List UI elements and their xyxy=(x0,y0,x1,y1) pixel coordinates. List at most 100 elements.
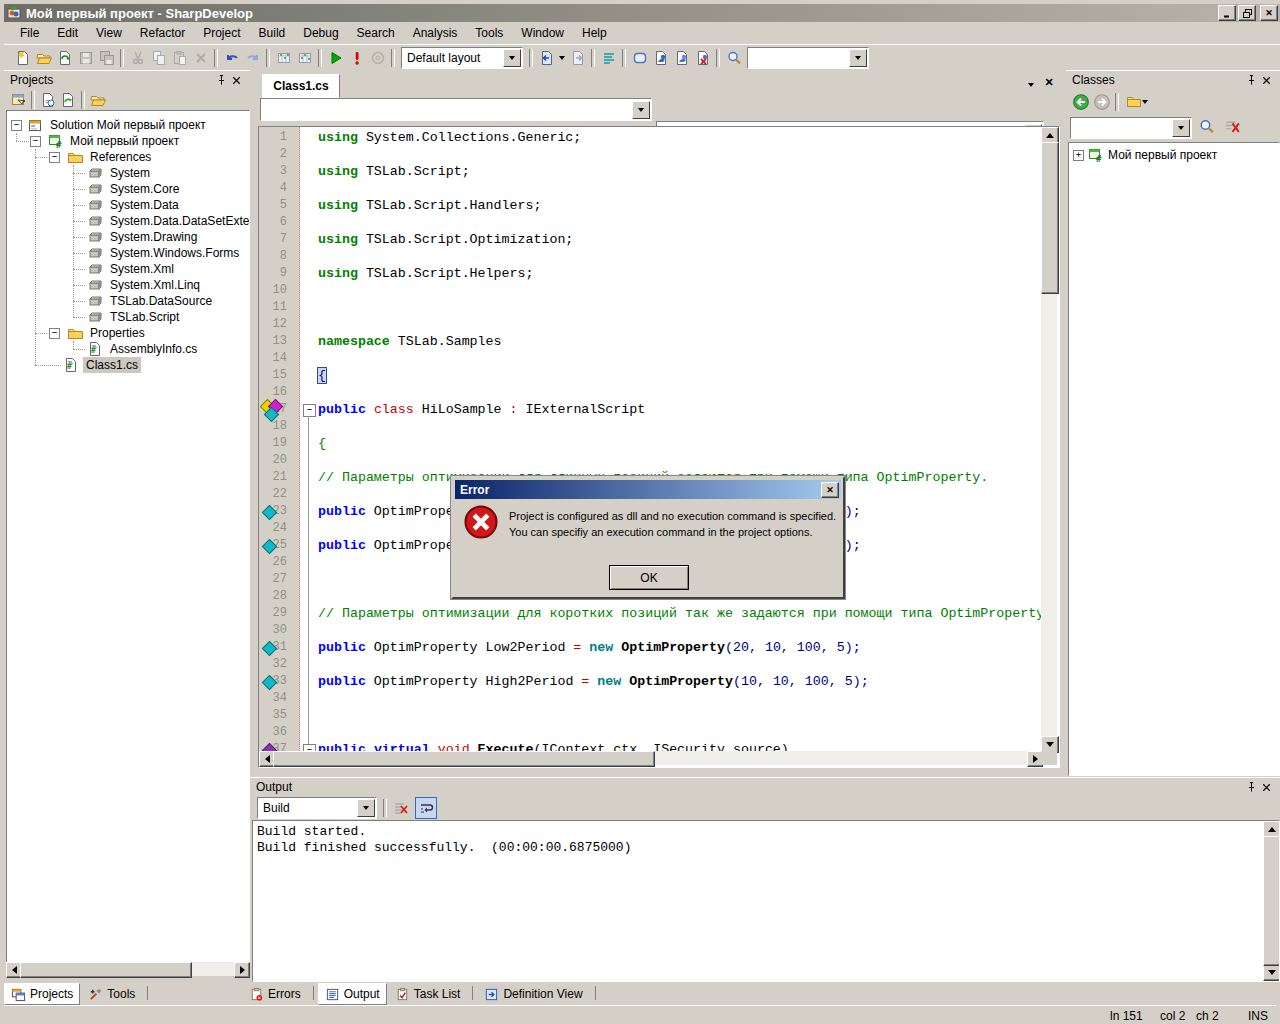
toggle-wordwrap-button[interactable] xyxy=(415,797,437,819)
clear-output-button[interactable] xyxy=(390,798,411,819)
rebuild-button[interactable] xyxy=(294,48,315,69)
search-button[interactable] xyxy=(723,48,744,69)
projects-hscrollbar[interactable] xyxy=(6,962,248,976)
cut-button[interactable] xyxy=(127,48,148,69)
lines-button[interactable] xyxy=(598,48,619,69)
close-panel-button[interactable] xyxy=(1259,780,1274,794)
copy-button[interactable] xyxy=(148,48,169,69)
sync-page-button[interactable] xyxy=(58,90,78,110)
tree-expand-box[interactable]: − xyxy=(49,152,60,163)
clear-filter-icon[interactable] xyxy=(1224,118,1241,138)
delete-button[interactable] xyxy=(190,48,211,69)
tree-item[interactable]: AssemblyInfo.cs xyxy=(107,341,200,357)
menu-file[interactable]: File xyxy=(11,23,48,43)
run-button[interactable] xyxy=(325,48,346,69)
output-category-combo[interactable]: Build xyxy=(257,797,377,819)
menu-window[interactable]: Window xyxy=(512,23,573,43)
tree-item[interactable]: Мой первый проект xyxy=(1105,147,1220,163)
tree-item[interactable]: System.Drawing xyxy=(107,229,200,245)
reload-button[interactable] xyxy=(54,48,75,69)
tabstrip-dropdown-button[interactable] xyxy=(1024,78,1038,92)
tree-item[interactable]: TSLab.Script xyxy=(107,309,182,325)
menu-build[interactable]: Build xyxy=(250,23,295,43)
tree-item[interactable]: Мой первый проект xyxy=(67,133,182,149)
tab-class1[interactable]: Class1.cs xyxy=(262,74,340,98)
doc-delete-button[interactable] xyxy=(692,48,713,69)
tree-item[interactable]: System.Core xyxy=(107,181,182,197)
tree-item[interactable]: System.Data.DataSetExtensio xyxy=(107,213,250,229)
save-all-button[interactable] xyxy=(96,48,117,69)
paste-button[interactable] xyxy=(169,48,190,69)
output-category-dropdown[interactable] xyxy=(357,799,375,817)
open-button[interactable] xyxy=(88,90,108,110)
props-form-button[interactable] xyxy=(8,90,28,110)
tree-item[interactable]: TSLab.DataSource xyxy=(107,293,215,309)
undo-button[interactable] xyxy=(221,48,242,69)
menu-analysis[interactable]: Analysis xyxy=(404,23,467,43)
minimize-button[interactable] xyxy=(1218,5,1236,21)
tree-item[interactable]: Properties xyxy=(87,325,148,341)
tree-item[interactable]: Solution Мой первый проект xyxy=(47,117,209,133)
pause-button[interactable] xyxy=(367,48,388,69)
tree-item[interactable]: System xyxy=(107,165,153,181)
scrollbar-thumb[interactable] xyxy=(1041,142,1059,294)
open-button[interactable] xyxy=(33,48,54,69)
dock-tab-errors[interactable]: Errors xyxy=(242,983,308,1005)
tree-expand-box[interactable]: + xyxy=(1073,150,1084,161)
dock-tab-output[interactable]: Output xyxy=(318,983,387,1005)
menu-tools[interactable]: Tools xyxy=(466,23,512,43)
output-vscrollbar[interactable] xyxy=(1263,821,1279,979)
scroll-right-button[interactable] xyxy=(234,962,250,978)
close-panel-button[interactable] xyxy=(1259,73,1274,87)
dock-tab-task-list[interactable]: Task List xyxy=(388,983,468,1005)
back-button[interactable] xyxy=(1070,92,1091,113)
open-folder-dropdown-button[interactable] xyxy=(1122,92,1152,113)
menu-help[interactable]: Help xyxy=(573,23,616,43)
nav-back-button[interactable] xyxy=(536,48,557,69)
layout-combo[interactable]: Default layout xyxy=(401,47,523,69)
bounds-button[interactable] xyxy=(629,48,650,69)
tree-expand-box[interactable]: − xyxy=(11,120,22,131)
editor-vscrollbar[interactable] xyxy=(1041,127,1057,751)
menu-edit[interactable]: Edit xyxy=(48,23,87,43)
pin-button[interactable] xyxy=(214,73,229,87)
menu-search[interactable]: Search xyxy=(348,23,404,43)
tree-item[interactable]: System.Data xyxy=(107,197,182,213)
close-button[interactable]: ✕ xyxy=(1260,5,1278,21)
toolbar-search-dropdown[interactable] xyxy=(849,49,867,67)
tree-expand-box[interactable]: − xyxy=(49,328,60,339)
forward-button[interactable] xyxy=(1091,92,1112,113)
toolbar-search-combo[interactable] xyxy=(747,47,869,69)
ok-button[interactable]: OK xyxy=(609,565,689,590)
build-button[interactable] xyxy=(273,48,294,69)
types-combo-dropdown[interactable] xyxy=(632,101,650,119)
dock-tab-tools[interactable]: Tools xyxy=(81,983,142,1005)
close-panel-button[interactable] xyxy=(229,73,244,87)
tabstrip-close-button[interactable]: ✕ xyxy=(1042,76,1056,90)
search-icon[interactable] xyxy=(1198,118,1215,138)
doc-blue-button[interactable] xyxy=(650,48,671,69)
abort-button[interactable] xyxy=(346,48,367,69)
tree-item[interactable]: References xyxy=(87,149,154,165)
pin-button[interactable] xyxy=(1244,73,1259,87)
tree-item[interactable]: System.Xml.Linq xyxy=(107,277,203,293)
scroll-down-button[interactable] xyxy=(1263,964,1280,981)
output-text[interactable]: Build started.Build finished successfull… xyxy=(252,820,1280,982)
tree-expand-box[interactable]: − xyxy=(30,136,41,147)
layout-combo-dropdown[interactable] xyxy=(503,49,521,67)
nav-back-dropdown[interactable] xyxy=(557,56,567,60)
refresh-page-button[interactable] xyxy=(38,90,58,110)
scrollbar-thumb[interactable] xyxy=(1263,836,1280,966)
restore-button[interactable] xyxy=(1238,5,1256,21)
nav-forward-button[interactable] xyxy=(567,48,588,69)
dialog-close-button[interactable]: ✕ xyxy=(821,482,839,498)
types-combo[interactable] xyxy=(260,98,652,121)
code-area[interactable]: using System.Collections.Generic;using T… xyxy=(259,127,1041,751)
tree-item[interactable]: Class1.cs xyxy=(83,357,141,373)
classes-search-combo[interactable] xyxy=(1070,117,1192,139)
doc-blue2-button[interactable] xyxy=(671,48,692,69)
menu-debug[interactable]: Debug xyxy=(294,23,347,43)
tree-item[interactable]: System.Xml xyxy=(107,261,177,277)
save-button[interactable] xyxy=(75,48,96,69)
classes-search-dropdown[interactable] xyxy=(1172,119,1190,137)
